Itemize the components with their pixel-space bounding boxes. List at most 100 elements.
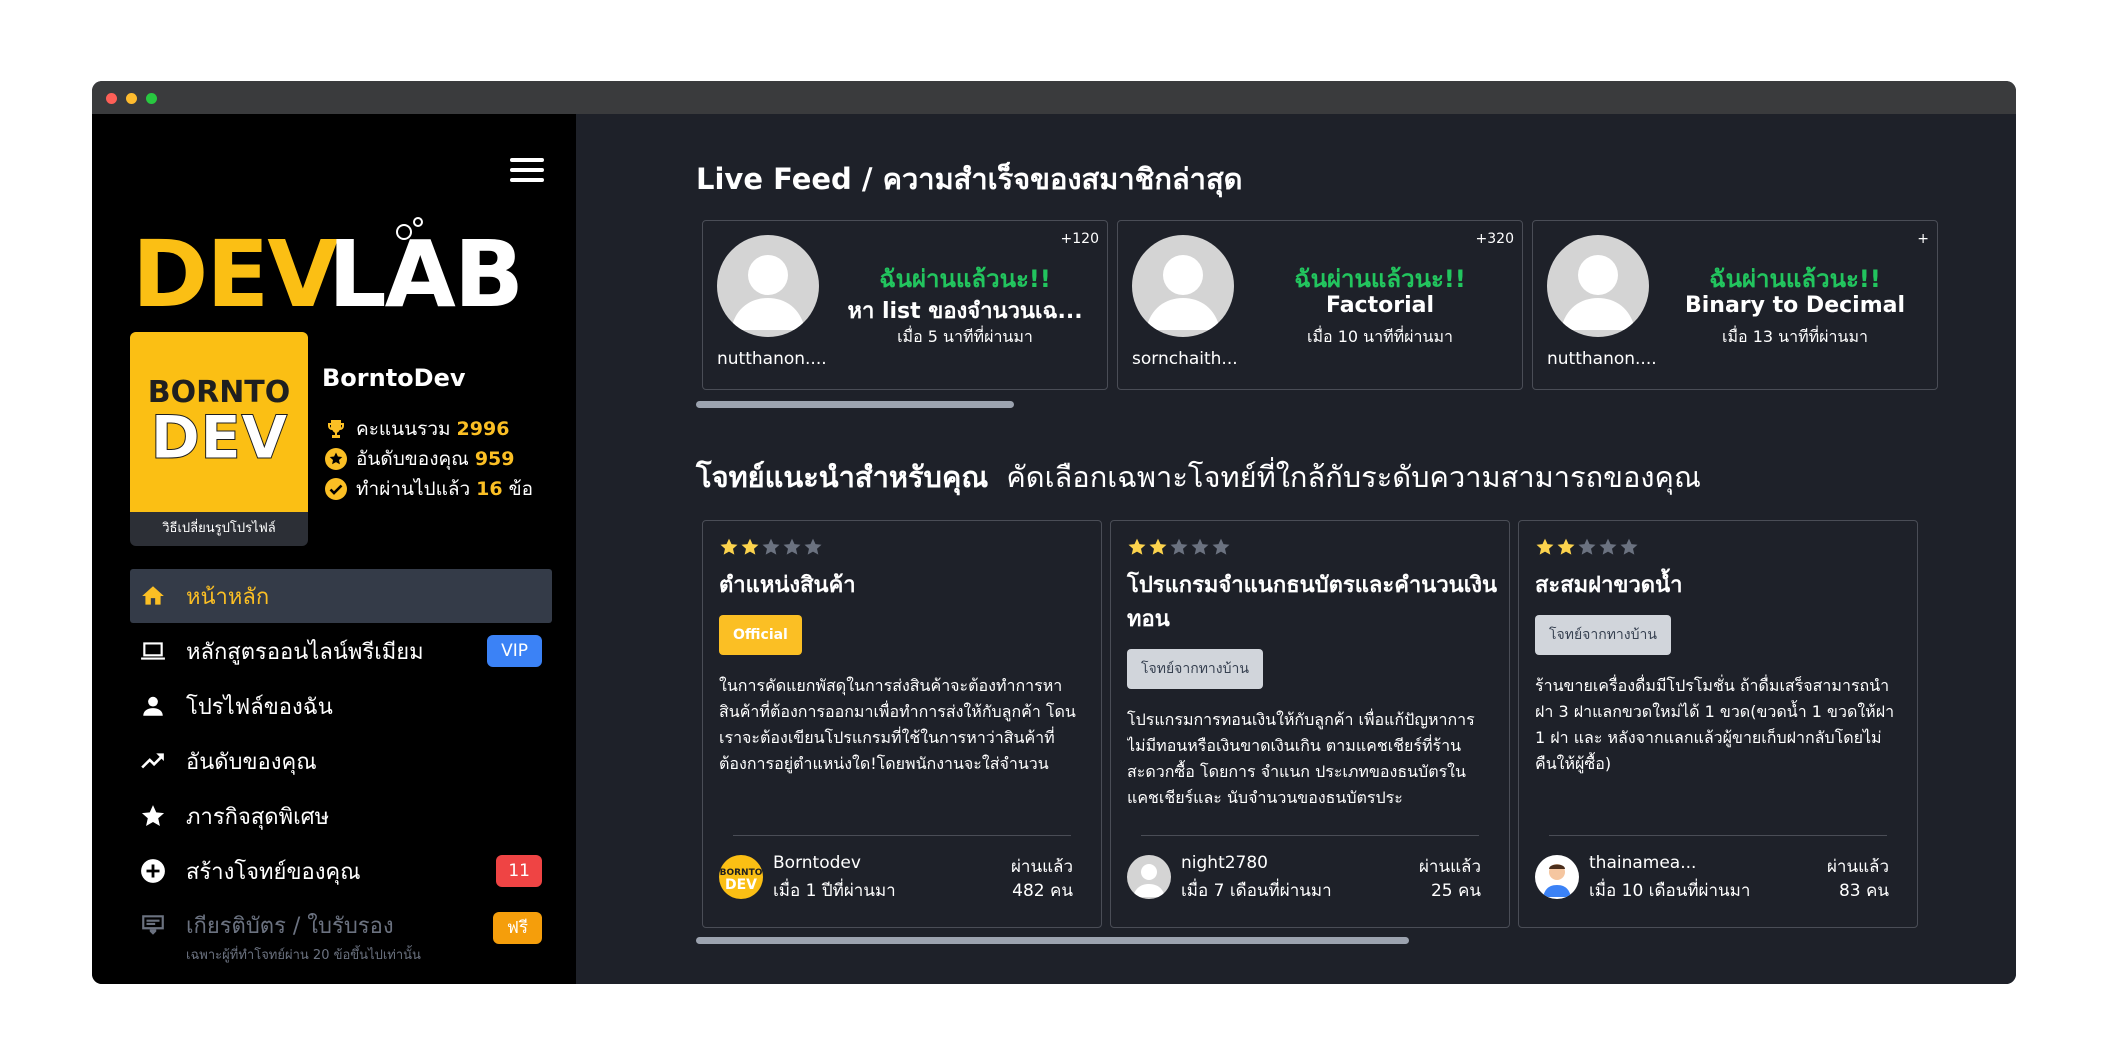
nav-item-special-missions[interactable]: ภารกิจสุดพิเศษ bbox=[130, 789, 552, 843]
feed-card[interactable]: +120 ฉันผ่านแล้วนะ!! หา list ของจำนวนเฉ.… bbox=[702, 220, 1108, 390]
feed-username: nutthanon.... bbox=[717, 349, 827, 369]
challenge-card[interactable]: โปรแกรมจำแนกธนบัตรและคำนวนเงินทอน โจทย์จ… bbox=[1110, 520, 1510, 928]
problem-name: หา list ของจำนวนเฉ... bbox=[847, 299, 1083, 324]
nav-item-premium-courses[interactable]: หลักสูตรออนไลน์พรีเมียม VIP bbox=[130, 624, 552, 678]
star-empty-icon bbox=[804, 538, 822, 555]
author-name: night2780 bbox=[1181, 853, 1268, 873]
author-name: thainamea... bbox=[1589, 853, 1697, 873]
hamburger-menu-icon[interactable] bbox=[510, 158, 544, 184]
nav-item-home[interactable]: หน้าหลัก bbox=[130, 569, 552, 623]
devlab-logo: DEV LAB bbox=[132, 217, 524, 314]
nav-item-label: หลักสูตรออนไลน์พรีเมียม bbox=[186, 639, 424, 665]
certificate-icon bbox=[142, 915, 164, 935]
user-avatar bbox=[1547, 235, 1649, 337]
star-empty-icon bbox=[783, 538, 801, 555]
star-filled-icon bbox=[741, 538, 759, 555]
challenge-description: ร้านขายเครื่องดื่มมีโปรโมชั่น ถ้าดื่มเสร… bbox=[1535, 676, 1895, 773]
time-ago: เมื่อ 13 นาทีที่ผ่านมา bbox=[1722, 327, 1868, 346]
user-avatar bbox=[1132, 235, 1234, 337]
feed-card[interactable]: +320 ฉันผ่านแล้วนะ!! Factorial เมื่อ 10 … bbox=[1117, 220, 1523, 390]
divider bbox=[733, 835, 1071, 836]
person-icon bbox=[143, 696, 163, 716]
challenge-title: โปรแกรมจำแนกธนบัตรและคำนวนเงินทอน bbox=[1127, 573, 1498, 632]
total-score-stat: คะแนนรวม 2996 bbox=[324, 416, 509, 442]
nav-item-create-challenge[interactable]: สร้างโจทย์ของคุณ 11 bbox=[130, 844, 552, 898]
difficulty-stars bbox=[1127, 537, 1232, 557]
total-score-label: คะแนนรวม bbox=[356, 418, 451, 440]
challenge-card[interactable]: ตำแหน่งสินค้า Official ในการคัดแยกพัสดุใ… bbox=[702, 520, 1102, 928]
vip-badge: VIP bbox=[487, 635, 542, 667]
certificate-requirement-note: เฉพาะผู้ที่ทำโจทย์ผ่าน 20 ข้อขึ้นไปเท่าน… bbox=[186, 948, 421, 963]
sidebar: DEV LAB BORNTO DEV วิธีเปลี่ยนรูปโปรไฟล์… bbox=[92, 114, 576, 984]
maximize-window-button[interactable] bbox=[146, 93, 157, 104]
challenge-overflow-mask bbox=[1994, 514, 2016, 934]
rank-stat: อันดับของคุณ 959 bbox=[324, 446, 514, 472]
passed-count: 482 คน bbox=[1012, 881, 1073, 901]
star-filled-icon bbox=[1149, 538, 1167, 555]
nav-item-label: หน้าหลัก bbox=[186, 584, 270, 610]
star-filled-icon bbox=[720, 538, 738, 555]
solved-stat: ทำผ่านไปแล้ว 16 ข้อ bbox=[324, 476, 533, 502]
notification-count-badge: 11 bbox=[496, 855, 542, 887]
feed-card[interactable]: + ฉันผ่านแล้วนะ!! Binary to Decimal เมื่… bbox=[1532, 220, 1938, 390]
star-circle-icon bbox=[325, 448, 347, 470]
community-tag: โจทย์จากทางบ้าน bbox=[1127, 649, 1263, 689]
star-empty-icon bbox=[1599, 538, 1617, 555]
star-empty-icon bbox=[1170, 538, 1188, 555]
nav-item-label: เกียรติบัตร / ใบรับรอง bbox=[186, 914, 394, 939]
challenge-title: ตำแหน่งสินค้า bbox=[719, 573, 856, 598]
main-content: Live Feed / ความสำเร็จของสมาชิกล่าสุด +1… bbox=[576, 114, 2016, 984]
nav-item-label: สร้างโจทย์ของคุณ bbox=[186, 859, 361, 885]
window-titlebar bbox=[92, 81, 2016, 114]
author-name: Borntodev bbox=[773, 853, 861, 873]
points-earned: + bbox=[1917, 231, 1929, 247]
close-window-button[interactable] bbox=[106, 93, 117, 104]
free-badge: ฟรี bbox=[492, 912, 542, 944]
add-circle-icon bbox=[141, 859, 165, 883]
check-circle-icon bbox=[325, 478, 347, 500]
passed-label: ผ่านแล้ว bbox=[1826, 857, 1889, 877]
feed-username: nutthanon.... bbox=[1547, 349, 1657, 369]
star-empty-icon bbox=[762, 538, 780, 555]
challenge-description: ในการคัดแยกพัสดุในการส่งสินค้าจะต้องทำกา… bbox=[719, 676, 1076, 773]
star-filled-icon bbox=[1536, 538, 1554, 555]
nav-item-label: ภารกิจสุดพิเศษ bbox=[186, 804, 330, 830]
rank-value: 959 bbox=[474, 448, 515, 470]
community-tag: โจทย์จากทางบ้าน bbox=[1535, 615, 1671, 655]
time-ago: เมื่อ 10 นาทีที่ผ่านมา bbox=[1307, 327, 1453, 346]
recommended-title: โจทย์แนะนำสำหรับคุณ bbox=[696, 460, 989, 494]
total-score-value: 2996 bbox=[456, 418, 510, 440]
challenges-scrollbar[interactable] bbox=[696, 937, 1409, 944]
star-empty-icon bbox=[1578, 538, 1596, 555]
app-window: DEV LAB BORNTO DEV วิธีเปลี่ยนรูปโปรไฟล์… bbox=[92, 81, 2016, 984]
change-avatar-link[interactable]: วิธีเปลี่ยนรูปโปรไฟล์ bbox=[130, 515, 308, 543]
divider bbox=[1549, 835, 1887, 836]
home-icon bbox=[142, 586, 164, 605]
passed-label: ผ่านแล้ว bbox=[1010, 857, 1073, 877]
profile-avatar-card: BORNTO DEV วิธีเปลี่ยนรูปโปรไฟล์ bbox=[130, 332, 308, 546]
feed-scrollbar[interactable] bbox=[696, 401, 1014, 408]
difficulty-stars bbox=[719, 537, 824, 557]
recommended-challenges-title: โจทย์แนะนำสำหรับคุณ คัดเลือกเฉพาะโจทย์ที… bbox=[696, 454, 1701, 500]
official-tag: Official bbox=[719, 615, 802, 655]
star-empty-icon bbox=[1620, 538, 1638, 555]
trending-up-icon bbox=[141, 753, 164, 769]
challenge-card[interactable]: สะสมฝาขวดน้ำ โจทย์จากทางบ้าน ร้านขายเครื… bbox=[1518, 520, 1918, 928]
difficulty-stars bbox=[1535, 537, 1640, 557]
nav-item-profile[interactable]: โปรไฟล์ของฉัน bbox=[130, 679, 552, 733]
points-earned: +320 bbox=[1475, 231, 1514, 247]
recommended-subtitle: คัดเลือกเฉพาะโจทย์ที่ใกล้กับระดับความสาม… bbox=[1006, 460, 1701, 494]
nav-item-ranking[interactable]: อันดับของคุณ bbox=[130, 734, 552, 788]
avatar: BORNTO DEV bbox=[130, 332, 308, 512]
created-date: เมื่อ 1 ปีที่ผ่านมา bbox=[773, 881, 896, 901]
minimize-window-button[interactable] bbox=[126, 93, 137, 104]
points-earned: +120 bbox=[1060, 231, 1099, 247]
solved-suffix: ข้อ bbox=[508, 478, 534, 500]
star-empty-icon bbox=[1212, 538, 1230, 555]
star-empty-icon bbox=[1191, 538, 1209, 555]
svg-text:DEV: DEV bbox=[150, 403, 288, 473]
feed-username: sornchaith... bbox=[1132, 349, 1238, 369]
svg-text:LAB: LAB bbox=[328, 221, 522, 314]
author-avatar: BORNTO DEV bbox=[719, 855, 763, 899]
nav-item-label: โปรไฟล์ของฉัน bbox=[186, 694, 333, 720]
